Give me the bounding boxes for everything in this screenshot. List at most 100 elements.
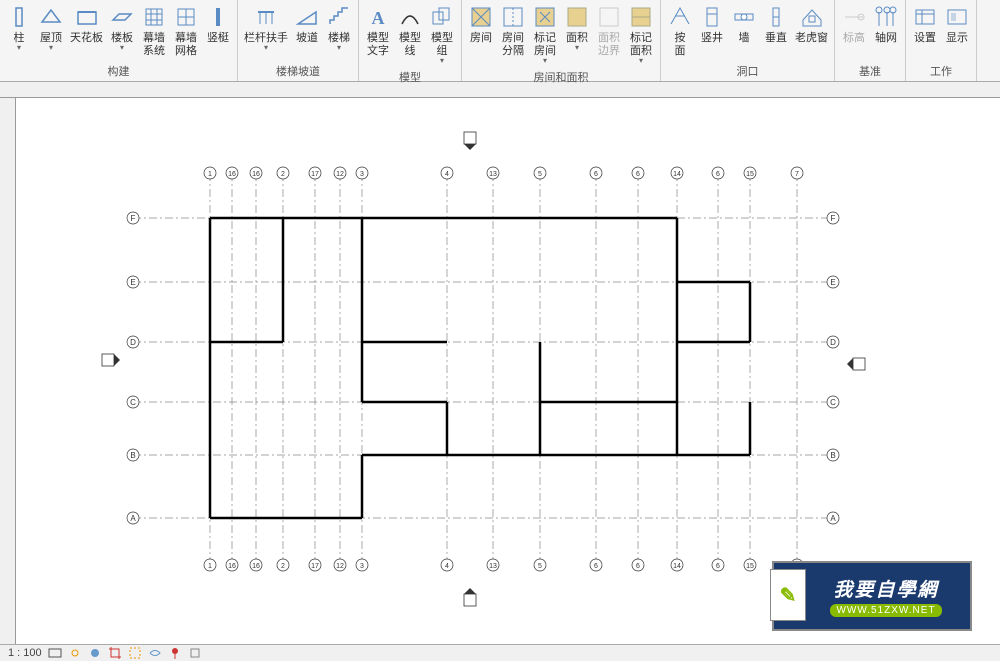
- svg-text:17: 17: [311, 171, 319, 178]
- watermark-text: 我要自學網: [833, 575, 938, 602]
- svg-text:6: 6: [716, 563, 720, 570]
- ribbon-group-2: A模型 文字模型 线模型 组▾模型: [359, 0, 462, 81]
- ribbon-label: 按 面: [675, 32, 686, 58]
- ribbon-label: 墙: [739, 32, 750, 45]
- ribbon-btn-grid[interactable]: 幕墙 网格: [170, 2, 202, 61]
- scale-label[interactable]: 1 : 100: [8, 647, 42, 659]
- svg-text:B: B: [130, 451, 135, 460]
- ribbon-btn-stair[interactable]: 楼梯▾: [323, 2, 355, 61]
- ribbon-btn-tag[interactable]: 标记 房间▾: [529, 2, 561, 67]
- group-label: 楼梯坡道: [276, 61, 320, 81]
- status-bar: 1 : 100: [0, 644, 1000, 661]
- svg-text:F: F: [831, 214, 836, 223]
- railing-icon: [253, 4, 279, 30]
- svg-text:15: 15: [746, 563, 754, 570]
- group-label: 工作: [930, 61, 952, 81]
- svg-text:16: 16: [228, 171, 236, 178]
- ribbon-btn-ramp[interactable]: 坡道: [291, 2, 323, 61]
- svg-text:4: 4: [445, 171, 449, 178]
- svg-text:12: 12: [336, 171, 344, 178]
- ribbon-group-5: 标高轴网基准: [835, 0, 906, 81]
- ribbon-label: 面积 边界: [598, 32, 620, 58]
- sun-icon[interactable]: [68, 646, 82, 660]
- hide-icon[interactable]: [128, 646, 142, 660]
- ribbon-btn-area[interactable]: 面积▾: [561, 2, 593, 67]
- svg-text:6: 6: [636, 171, 640, 178]
- svg-text:1: 1: [208, 171, 212, 178]
- ribbon-group-3: 房间房间 分隔标记 房间▾面积▾面积 边界标记 面积▾房间和面积: [462, 0, 661, 81]
- ribbon-btn-dormer[interactable]: 老虎窗: [792, 2, 831, 61]
- ribbon-btn-settings[interactable]: 设置: [909, 2, 941, 61]
- ribbon-btn-shaft[interactable]: 竖井: [696, 2, 728, 61]
- ribbon-group-6: 设置显示工作: [906, 0, 977, 81]
- grid-icon: [173, 4, 199, 30]
- svg-text:7: 7: [795, 171, 799, 178]
- ribbon-btn-separator[interactable]: 房间 分隔: [497, 2, 529, 67]
- pin-icon[interactable]: [168, 646, 182, 660]
- ribbon-btn-group[interactable]: 模型 组▾: [426, 2, 458, 67]
- dormer-icon: [799, 4, 825, 30]
- wall-icon: [731, 4, 757, 30]
- tagarea-icon: [628, 4, 654, 30]
- ribbon-btn-line[interactable]: 模型 线: [394, 2, 426, 67]
- ribbon-btn-tagarea[interactable]: 标记 面积▾: [625, 2, 657, 67]
- line-icon: [397, 4, 423, 30]
- dropdown-arrow-icon: ▾: [120, 43, 124, 52]
- ribbon-label: 标记 面积: [630, 32, 652, 58]
- ribbon-btn-floor[interactable]: 楼板▾: [106, 2, 138, 61]
- ribbon-btn-column[interactable]: 柱▾: [3, 2, 35, 61]
- ceiling-icon: [74, 4, 100, 30]
- vertical-icon: [763, 4, 789, 30]
- ribbon-btn-curtain[interactable]: 幕墙 系统: [138, 2, 170, 61]
- ribbon-btn-text[interactable]: A模型 文字: [362, 2, 394, 67]
- svg-text:5: 5: [538, 563, 542, 570]
- svg-text:17: 17: [311, 563, 319, 570]
- reveal-icon[interactable]: [148, 646, 162, 660]
- ribbon-label: 轴网: [875, 32, 897, 45]
- link-icon[interactable]: [188, 646, 202, 660]
- group-label: 洞口: [737, 61, 759, 81]
- ribbon-toolbar: 柱▾屋顶▾天花板楼板▾幕墙 系统幕墙 网格竖梃构建栏杆扶手▾坡道楼梯▾楼梯坡道A…: [0, 0, 1000, 82]
- ruler-horizontal: [0, 82, 1000, 98]
- curtain-icon: [141, 4, 167, 30]
- ribbon-btn-railing[interactable]: 栏杆扶手▾: [241, 2, 291, 61]
- ribbon-btn-level[interactable]: 标高: [838, 2, 870, 61]
- svg-text:6: 6: [594, 563, 598, 570]
- ribbon-label: 垂直: [765, 32, 787, 45]
- ribbon-label: 幕墙 系统: [143, 32, 165, 58]
- ribbon-label: 显示: [946, 32, 968, 45]
- ribbon-btn-roof[interactable]: 屋顶▾: [35, 2, 67, 61]
- ribbon-btn-ceiling[interactable]: 天花板: [67, 2, 106, 61]
- svg-text:16: 16: [252, 171, 260, 178]
- separator-icon: [500, 4, 526, 30]
- ribbon-label: 房间: [470, 32, 492, 45]
- byface-icon: [667, 4, 693, 30]
- settings-icon: [912, 4, 938, 30]
- ribbon-btn-bound[interactable]: 面积 边界: [593, 2, 625, 67]
- shaft-icon: [699, 4, 725, 30]
- model-view-icon[interactable]: [48, 646, 62, 660]
- gridline-icon: [873, 4, 899, 30]
- show-icon: [944, 4, 970, 30]
- bound-icon: [596, 4, 622, 30]
- ribbon-btn-room[interactable]: 房间: [465, 2, 497, 67]
- ribbon-btn-vertical[interactable]: 垂直: [760, 2, 792, 61]
- room-icon: [468, 4, 494, 30]
- svg-text:2: 2: [281, 171, 285, 178]
- crop-icon[interactable]: [108, 646, 122, 660]
- floor-icon: [109, 4, 135, 30]
- ribbon-btn-mullion[interactable]: 竖梃: [202, 2, 234, 61]
- ribbon-btn-gridline[interactable]: 轴网: [870, 2, 902, 61]
- shadow-icon[interactable]: [88, 646, 102, 660]
- tag-icon: [532, 4, 558, 30]
- ribbon-btn-wall[interactable]: 墙: [728, 2, 760, 61]
- svg-text:B: B: [830, 451, 835, 460]
- ribbon-group-4: 按 面竖井墙 垂直老虎窗洞口: [661, 0, 835, 81]
- ribbon-label: 标高: [843, 32, 865, 45]
- ribbon-btn-show[interactable]: 显示: [941, 2, 973, 61]
- svg-text:3: 3: [360, 171, 364, 178]
- area-icon: [564, 4, 590, 30]
- ribbon-btn-byface[interactable]: 按 面: [664, 2, 696, 61]
- svg-text:A: A: [830, 514, 836, 523]
- dropdown-arrow-icon: ▾: [264, 43, 268, 52]
